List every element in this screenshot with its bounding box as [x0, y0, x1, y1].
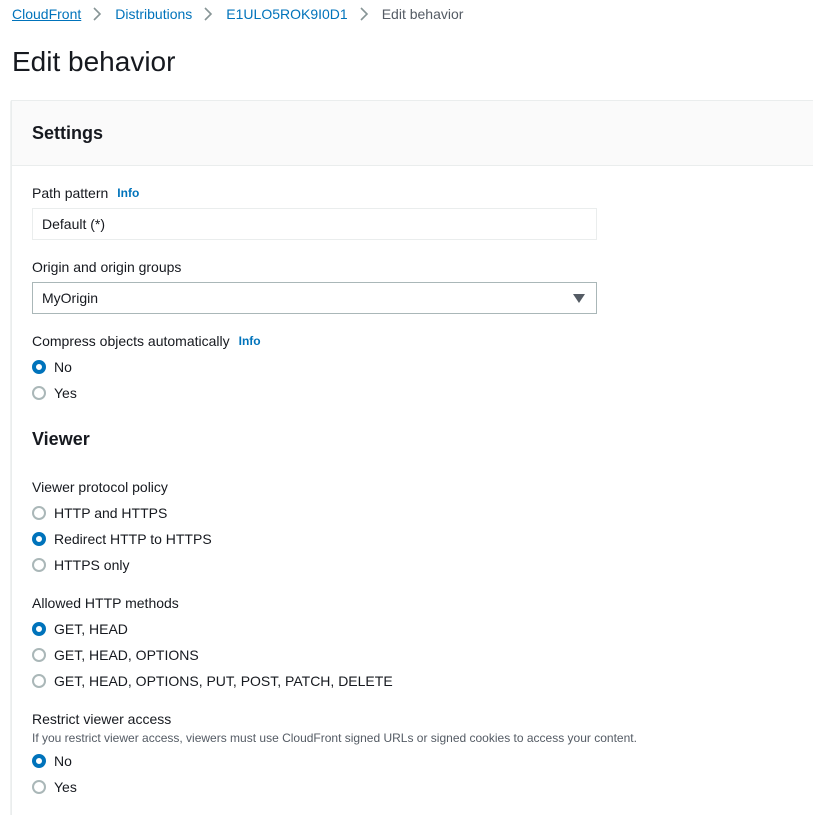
radio-label: No: [54, 753, 72, 769]
radio-label: GET, HEAD, OPTIONS, PUT, POST, PATCH, DE…: [54, 673, 393, 689]
compress-info-link[interactable]: Info: [239, 332, 261, 350]
compress-label-text: Compress objects automatically: [32, 333, 230, 349]
breadcrumb-distributions-link[interactable]: Distributions: [115, 5, 192, 23]
chevron-right-icon: [192, 5, 226, 23]
compress-label: Compress objects automatically Info: [32, 332, 261, 350]
path-pattern-label-text: Path pattern: [32, 185, 109, 201]
caret-down-icon: [573, 293, 585, 303]
radio-label: HTTP and HTTPS: [54, 505, 168, 521]
restrict-access-label: Restrict viewer access: [32, 711, 172, 727]
radio-selected-icon: [32, 622, 46, 636]
radio-unselected-icon: [32, 386, 46, 400]
breadcrumb-current: Edit behavior: [381, 6, 464, 22]
compress-radio-yes[interactable]: Yes: [32, 383, 77, 403]
chevron-right-icon: [348, 5, 382, 23]
methods-radio-get-head-options[interactable]: GET, HEAD, OPTIONS: [32, 645, 199, 665]
radio-unselected-icon: [32, 558, 46, 572]
methods-radio-all[interactable]: GET, HEAD, OPTIONS, PUT, POST, PATCH, DE…: [32, 671, 393, 691]
radio-unselected-icon: [32, 648, 46, 662]
protocol-radio-http-and-https[interactable]: HTTP and HTTPS: [32, 503, 167, 523]
origin-select[interactable]: MyOrigin: [32, 282, 597, 314]
radio-selected-icon: [32, 754, 46, 768]
allowed-methods-label: Allowed HTTP methods: [32, 595, 179, 611]
radio-label: Yes: [54, 385, 77, 401]
radio-label: Yes: [54, 779, 77, 795]
restrict-access-description: If you restrict viewer access, viewers m…: [32, 731, 637, 745]
chevron-right-icon: [81, 5, 115, 23]
radio-label: Redirect HTTP to HTTPS: [54, 531, 212, 547]
path-pattern-info-link[interactable]: Info: [117, 184, 139, 202]
viewer-protocol-label: Viewer protocol policy: [32, 479, 168, 495]
radio-selected-icon: [32, 532, 46, 546]
breadcrumb: CloudFront Distributions E1ULO5ROK9I0D1 …: [12, 5, 463, 23]
radio-unselected-icon: [32, 506, 46, 520]
protocol-radio-https-only[interactable]: HTTPS only: [32, 555, 129, 575]
protocol-radio-redirect[interactable]: Redirect HTTP to HTTPS: [32, 529, 212, 549]
restrict-radio-no[interactable]: No: [32, 751, 72, 771]
path-pattern-input[interactable]: [32, 208, 597, 240]
radio-unselected-icon: [32, 780, 46, 794]
breadcrumb-distribution-id-link[interactable]: E1ULO5ROK9I0D1: [226, 5, 347, 23]
radio-unselected-icon: [32, 674, 46, 688]
breadcrumb-cloudfront-link[interactable]: CloudFront: [12, 5, 81, 23]
radio-label: GET, HEAD, OPTIONS: [54, 647, 199, 663]
path-pattern-label: Path pattern Info: [32, 184, 139, 202]
origin-label: Origin and origin groups: [32, 259, 182, 275]
compress-radio-no[interactable]: No: [32, 357, 72, 377]
panel-header: Settings: [12, 101, 813, 166]
methods-radio-get-head[interactable]: GET, HEAD: [32, 619, 128, 639]
settings-heading: Settings: [32, 123, 104, 143]
radio-selected-icon: [32, 360, 46, 374]
radio-label: GET, HEAD: [54, 621, 128, 637]
page-title: Edit behavior: [12, 46, 176, 77]
restrict-radio-yes[interactable]: Yes: [32, 777, 77, 797]
radio-label: No: [54, 359, 72, 375]
viewer-heading: Viewer: [32, 429, 90, 449]
radio-label: HTTPS only: [54, 557, 130, 573]
origin-select-value: MyOrigin: [42, 290, 99, 306]
